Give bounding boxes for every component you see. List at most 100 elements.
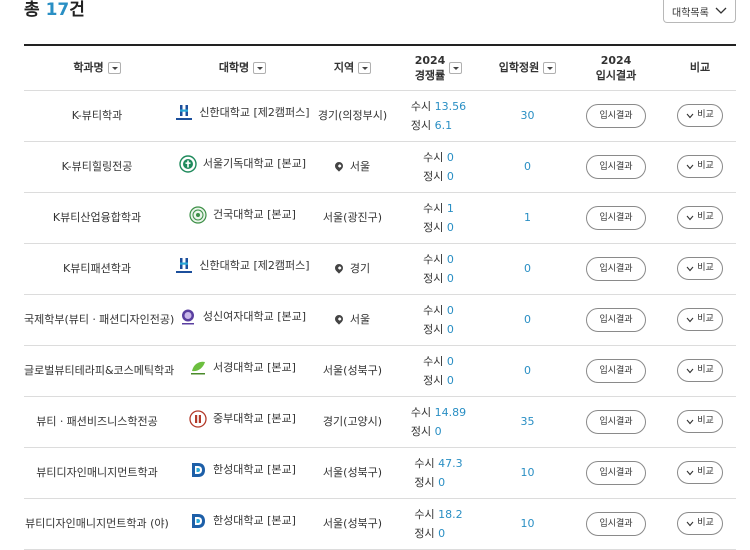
admission-result-button[interactable]: 입시결과 — [586, 205, 646, 230]
univ-cell: 중부대학교 [본교] — [170, 396, 315, 447]
table-row: K뷰티패션학과 신한대학교 [제2캠퍼스] 경기 수시 0 정시 0 0 입시결과 비교 — [24, 243, 736, 294]
univ-name[interactable]: 신한대학교 [제2캠퍼스] — [199, 103, 309, 122]
compare-button[interactable]: 비교 — [677, 512, 723, 535]
univ-name[interactable]: 서울기독대학교 [본교] — [203, 154, 306, 173]
compare-cell: 비교 — [664, 243, 736, 294]
region-name: 서울 — [349, 159, 371, 173]
department-table: 학과명 대학명 지역 2024 경쟁률 입학정원 2024 입시결과 비교 K-… — [24, 44, 736, 550]
susi-rate: 0 — [446, 354, 454, 368]
location-pin-icon — [333, 262, 345, 274]
compare-cell: 비교 — [664, 447, 736, 498]
univ-cell: 서울기독대학교 [본교] — [170, 141, 315, 192]
competition-cell: 수시 47.3 정시 0 — [390, 447, 487, 498]
quota-value: 0 — [524, 160, 531, 173]
compare-label: 비교 — [697, 467, 714, 477]
univ-name[interactable]: 서경대학교 [본교] — [213, 358, 296, 377]
header-result: 2024 입시결과 — [568, 45, 664, 91]
dept-name[interactable]: 뷰티ㆍ패션비즈니스학전공 — [24, 396, 170, 447]
konkuk-logo-icon — [189, 206, 207, 224]
admission-result-button[interactable]: 입시결과 — [586, 103, 646, 128]
filter-competition-button[interactable] — [449, 61, 463, 74]
jeongsi-rate: 0 — [438, 475, 446, 489]
univ-name[interactable]: 신한대학교 [제2캠퍼스] — [199, 256, 309, 275]
susi-label: 수시 — [423, 201, 444, 215]
quota-value: 0 — [524, 313, 531, 326]
compare-button[interactable]: 비교 — [677, 155, 723, 178]
univ-name[interactable]: 건국대학교 [본교] — [213, 205, 296, 224]
dept-name[interactable]: K뷰티패션학과 — [24, 243, 170, 294]
susi-label: 수시 — [414, 507, 435, 521]
header-univ: 대학명 — [170, 45, 315, 91]
compare-button[interactable]: 비교 — [677, 308, 723, 331]
table-row: K뷰티산업융합학과 건국대학교 [본교] 서울(광진구) 수시 1 정시 0 1 입시결과 비… — [24, 192, 736, 243]
admission-result-button[interactable]: 입시결과 — [586, 358, 646, 383]
shinhan-logo-icon — [175, 257, 193, 275]
dept-name[interactable]: K-뷰티학과 — [24, 90, 170, 141]
susi-label: 수시 — [414, 456, 435, 470]
jeongsi-rate: 0 — [446, 220, 454, 234]
compare-cell: 비교 — [664, 294, 736, 345]
filter-dept-button[interactable] — [107, 61, 121, 74]
univ-name[interactable]: 한성대학교 [본교] — [213, 511, 296, 530]
result-cell: 입시결과 — [568, 192, 664, 243]
compare-button[interactable]: 비교 — [677, 359, 723, 382]
jeongsi-rate: 0 — [446, 271, 454, 285]
dept-name[interactable]: K-뷰티힐링전공 — [24, 141, 170, 192]
univ-name[interactable]: 한성대학교 [본교] — [213, 460, 296, 479]
quota-value: 0 — [524, 364, 531, 377]
filter-region-button[interactable] — [358, 61, 372, 74]
dept-name[interactable]: 뷰티디자인매니지먼트학과 (야) — [24, 498, 170, 549]
region-cell: 경기(고양시) — [315, 396, 390, 447]
susi-label: 수시 — [423, 150, 444, 164]
compare-label: 비교 — [697, 212, 714, 222]
compare-label: 비교 — [697, 518, 714, 528]
sort-dropdown[interactable]: 대학목록 — [663, 0, 736, 23]
result-cell: 입시결과 — [568, 345, 664, 396]
susi-rate: 0 — [446, 303, 454, 317]
sungshin-logo-icon — [179, 308, 197, 326]
admission-result-button[interactable]: 입시결과 — [586, 307, 646, 332]
univ-cell: 성신여자대학교 [본교] — [170, 294, 315, 345]
compare-label: 비교 — [697, 263, 714, 273]
compare-button[interactable]: 비교 — [677, 257, 723, 280]
chevron-down-icon — [715, 7, 727, 14]
univ-name[interactable]: 성신여자대학교 [본교] — [203, 307, 306, 326]
admission-result-button[interactable]: 입시결과 — [586, 511, 646, 536]
region-name: 서울 — [349, 312, 371, 326]
univ-name[interactable]: 중부대학교 [본교] — [213, 409, 296, 428]
univ-cell: 신한대학교 [제2캠퍼스] — [170, 90, 315, 141]
shinhan-logo-icon — [175, 104, 193, 122]
admission-result-button[interactable]: 입시결과 — [586, 256, 646, 281]
admission-result-button[interactable]: 입시결과 — [586, 409, 646, 434]
competition-cell: 수시 0 정시 0 — [390, 345, 487, 396]
compare-label: 비교 — [697, 161, 714, 171]
result-cell: 입시결과 — [568, 243, 664, 294]
dept-name[interactable]: 뷰티디자인매니지먼트학과 — [24, 447, 170, 498]
dept-name[interactable]: 글로벌뷰티테라피&코스메틱학과 — [24, 345, 174, 396]
filter-univ-button[interactable] — [253, 61, 267, 74]
univ-cell: 한성대학교 [본교] — [170, 498, 315, 549]
compare-button[interactable]: 비교 — [677, 104, 723, 127]
univ-cell: 신한대학교 [제2캠퍼스] — [170, 243, 315, 294]
location-pin-icon — [333, 160, 345, 172]
competition-cell: 수시 14.89 정시 0 — [390, 396, 487, 447]
compare-button[interactable]: 비교 — [677, 206, 723, 229]
hansung-logo-icon — [189, 461, 207, 479]
compare-button[interactable]: 비교 — [677, 461, 723, 484]
hansung-logo-icon — [189, 512, 207, 530]
table-row: 뷰티디자인매니지먼트학과 (야) 한성대학교 [본교] 서울(성북구) 수시 18.2… — [24, 498, 736, 549]
admission-result-button[interactable]: 입시결과 — [586, 460, 646, 485]
susi-rate: 14.89 — [434, 405, 467, 419]
jeongsi-label: 정시 — [414, 475, 435, 489]
jeongsi-label: 정시 — [423, 271, 444, 285]
region-cell: 서울 — [315, 141, 390, 192]
competition-cell: 수시 13.56 정시 6.1 — [390, 90, 487, 141]
compare-button[interactable]: 비교 — [677, 410, 723, 433]
dept-name[interactable]: K뷰티산업융합학과 — [24, 192, 170, 243]
result-cell: 입시결과 — [568, 294, 664, 345]
seokyeong-logo-icon — [189, 359, 207, 377]
table-row: K-뷰티학과 신한대학교 [제2캠퍼스] 경기(의정부시) 수시 13.56 정시 6.… — [24, 90, 736, 141]
admission-result-button[interactable]: 입시결과 — [586, 154, 646, 179]
filter-quota-button[interactable] — [543, 61, 557, 74]
dept-name[interactable]: 국제학부(뷰티ㆍ패션디자인전공) — [24, 294, 174, 345]
